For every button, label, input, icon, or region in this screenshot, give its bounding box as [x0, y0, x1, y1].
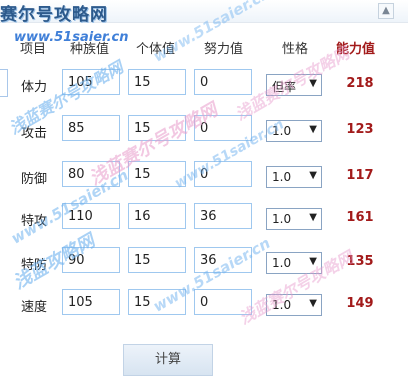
power-value: 161	[346, 210, 374, 225]
nature-value: 1.0	[272, 170, 292, 184]
header-power: 能力值	[336, 42, 376, 57]
power-value: 149	[346, 296, 374, 311]
site-logo: 赛尔号攻略网	[0, 5, 108, 25]
iv-input[interactable]: 15	[128, 161, 186, 187]
iv-input[interactable]: 15	[128, 69, 186, 95]
calculate-button[interactable]: 计算	[123, 344, 213, 376]
dropdown-arrow-icon: ▼	[309, 212, 317, 223]
power-value: 117	[346, 168, 374, 183]
stat-row-defense: 防御 80 15 0 1.0 ▼ 117	[0, 160, 408, 194]
stat-row-sp-attack: 特攻 110 16 36 1.0 ▼ 161	[0, 202, 408, 236]
power-value: 135	[346, 254, 374, 269]
power-value: 218	[346, 76, 374, 91]
header-item: 项目	[20, 42, 47, 57]
nature-select[interactable]: 1.0 ▼	[266, 120, 322, 142]
ev-input[interactable]: 0	[194, 69, 252, 95]
stat-label: 速度	[21, 300, 48, 315]
iv-input[interactable]: 16	[128, 203, 186, 229]
header-nature: 性格	[282, 42, 309, 57]
dropdown-arrow-icon: ▼	[309, 256, 317, 267]
nature-value: 1.0	[272, 212, 292, 226]
base-stat-input[interactable]: 80	[62, 161, 120, 187]
nature-value: 1.0	[272, 298, 292, 312]
collapse-button[interactable]: ▲	[378, 3, 394, 19]
ev-input[interactable]: 0	[194, 289, 252, 315]
dropdown-arrow-icon: ▼	[309, 170, 317, 181]
ev-input[interactable]: 0	[194, 161, 252, 187]
stat-label: 攻击	[21, 126, 48, 141]
header-base: 种族值	[70, 42, 110, 57]
stat-row-hp: 体力 105 15 0 但率 ▼ 218	[0, 68, 408, 102]
table-header: 项目 种族值 个体值 努力值 性格 能力值	[0, 38, 408, 58]
nature-select[interactable]: 但率 ▼	[266, 74, 322, 96]
ev-input[interactable]: 36	[194, 247, 252, 273]
dropdown-arrow-icon: ▼	[309, 78, 317, 89]
stat-row-sp-defense: 特防 90 15 36 1.0 ▼ 135	[0, 246, 408, 280]
row-marker-input[interactable]	[0, 69, 8, 97]
ev-input[interactable]: 0	[194, 115, 252, 141]
iv-input[interactable]: 15	[128, 289, 186, 315]
nature-select[interactable]: 1.0 ▼	[266, 252, 322, 274]
ev-input[interactable]: 36	[194, 203, 252, 229]
header-iv: 个体值	[136, 42, 176, 57]
base-stat-input[interactable]: 105	[62, 69, 120, 95]
stat-label: 防御	[21, 172, 48, 187]
nature-value: 1.0	[272, 124, 292, 138]
dropdown-arrow-icon: ▼	[309, 124, 317, 135]
iv-input[interactable]: 15	[128, 115, 186, 141]
base-stat-input[interactable]: 90	[62, 247, 120, 273]
nature-select[interactable]: 1.0 ▼	[266, 294, 322, 316]
base-stat-input[interactable]: 105	[62, 289, 120, 315]
stat-label: 体力	[21, 80, 48, 95]
stat-label: 特攻	[21, 214, 48, 229]
base-stat-input[interactable]: 85	[62, 115, 120, 141]
stat-label: 特防	[21, 258, 48, 273]
nature-select[interactable]: 1.0 ▼	[266, 208, 322, 230]
stat-row-attack: 攻击 85 15 0 1.0 ▼ 123	[0, 114, 408, 148]
iv-input[interactable]: 15	[128, 247, 186, 273]
dropdown-arrow-icon: ▼	[309, 298, 317, 309]
power-value: 123	[346, 122, 374, 137]
stat-row-speed: 速度 105 15 0 1.0 ▼ 149	[0, 288, 408, 322]
nature-value: 但率	[272, 80, 297, 94]
nature-select[interactable]: 1.0 ▼	[266, 166, 322, 188]
base-stat-input[interactable]: 110	[62, 203, 120, 229]
header-ev: 努力值	[204, 42, 244, 57]
nature-value: 1.0	[272, 256, 292, 270]
